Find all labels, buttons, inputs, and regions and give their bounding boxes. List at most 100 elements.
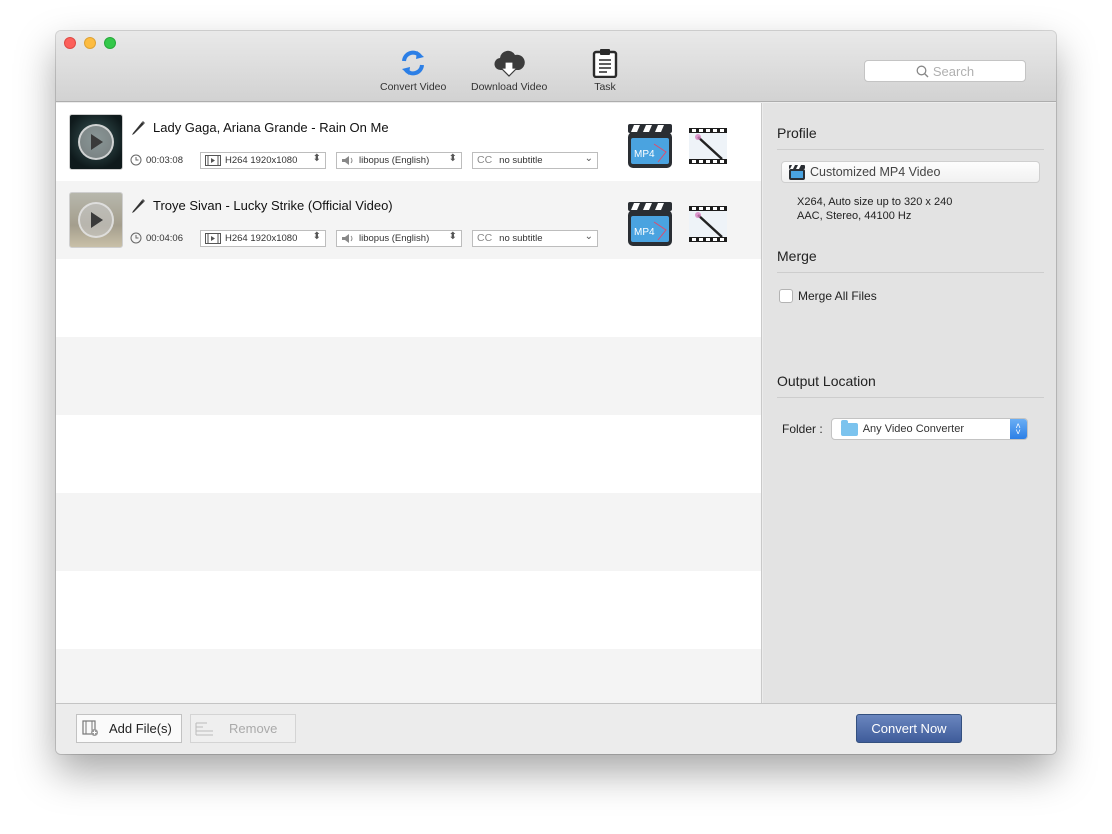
settings-sidebar: Profile Customized MP4 Video X264, Auto … xyxy=(763,103,1056,703)
film-icon xyxy=(205,154,221,166)
duration: 00:03:08 xyxy=(130,154,200,166)
minimize-window-button[interactable] xyxy=(84,37,96,49)
empty-row xyxy=(56,337,761,415)
audio-track-select[interactable]: libopus (English) ⬍ xyxy=(336,229,462,247)
chevron-down-icon: ⌄ xyxy=(584,152,593,164)
search-input[interactable]: Search xyxy=(864,60,1026,82)
subtitle-select[interactable]: CC no subtitle ⌄ xyxy=(472,151,598,169)
clipboard-icon xyxy=(589,48,621,78)
stepper-icon: ˄ ˅ xyxy=(1009,419,1027,439)
merge-all-files-option[interactable]: Merge All Files xyxy=(779,289,877,303)
search-placeholder: Search xyxy=(932,63,975,79)
magic-wand-edit-icon[interactable] xyxy=(688,127,728,165)
empty-row xyxy=(56,259,761,337)
task-label: Task xyxy=(594,81,616,93)
stepper-icon: ⬍ xyxy=(312,230,321,242)
profile-value: Customized MP4 Video xyxy=(810,165,941,179)
video-thumbnail[interactable] xyxy=(69,192,123,248)
magic-wand-edit-icon[interactable] xyxy=(688,205,728,243)
audio-track-value: libopus (English) xyxy=(359,154,430,166)
remove-button[interactable]: Remove xyxy=(190,714,296,743)
add-files-button[interactable]: Add File(s) xyxy=(76,714,182,743)
maximize-window-button[interactable] xyxy=(104,37,116,49)
profile-audio-spec: AAC, Stereo, 44100 Hz xyxy=(797,210,912,222)
file-title: Troye Sivan - Lucky Strike (Official Vid… xyxy=(153,198,393,213)
file-row[interactable]: Lady Gaga, Ariana Grande - Rain On Me 00… xyxy=(56,103,761,181)
subtitle-value: no subtitle xyxy=(499,154,543,166)
chevron-down-icon: ⌄ xyxy=(584,230,593,242)
empty-row xyxy=(56,571,761,649)
remove-label: Remove xyxy=(229,721,278,736)
video-track-select[interactable]: H264 1920x1080 ⬍ xyxy=(200,151,326,169)
refresh-icon xyxy=(397,48,429,78)
task-tool[interactable]: Task xyxy=(589,48,621,93)
film-icon xyxy=(205,232,221,244)
subtitle-select[interactable]: CC no subtitle ⌄ xyxy=(472,229,598,247)
merge-all-files-label: Merge All Files xyxy=(798,289,877,303)
speaker-icon xyxy=(342,155,353,165)
bottom-bar: Add File(s) Remove Convert Now xyxy=(56,703,1056,754)
file-row[interactable]: Troye Sivan - Lucky Strike (Official Vid… xyxy=(56,181,761,259)
play-icon xyxy=(78,124,114,160)
mp4-format-icon[interactable]: MP4 xyxy=(626,122,674,170)
close-window-button[interactable] xyxy=(64,37,76,49)
file-meta: 00:03:08 H264 1920x1080 ⬍ libopus (Engli… xyxy=(130,151,598,169)
download-video-label: Download Video xyxy=(471,81,548,93)
video-track-value: H264 1920x1080 xyxy=(225,154,298,166)
video-track-value: H264 1920x1080 xyxy=(225,232,298,244)
folder-label: Folder : xyxy=(782,422,823,436)
empty-row xyxy=(56,493,761,571)
window-controls xyxy=(64,37,116,49)
merge-heading: Merge xyxy=(777,248,817,264)
empty-row xyxy=(56,415,761,493)
output-folder-select[interactable]: Any Video Converter ˄ ˅ xyxy=(830,418,1028,440)
output-folder-value: Any Video Converter xyxy=(862,423,964,435)
app-window: Convert Video Download Video Task Search… xyxy=(56,31,1056,754)
clock-icon xyxy=(130,232,142,244)
format-badge: MP4 xyxy=(634,149,655,160)
pencil-icon[interactable] xyxy=(130,198,146,214)
cc-icon: CC xyxy=(477,232,493,244)
output-folder-row: Folder : Any Video Converter ˄ ˅ xyxy=(782,418,1028,440)
audio-track-value: libopus (English) xyxy=(359,232,430,244)
cloud-download-icon xyxy=(493,48,525,78)
convert-video-label: Convert Video xyxy=(380,81,447,93)
empty-row xyxy=(56,649,761,703)
clock-icon xyxy=(130,154,142,166)
toolbar: Convert Video Download Video Task Search xyxy=(56,31,1056,102)
profile-heading: Profile xyxy=(777,125,817,141)
divider xyxy=(777,149,1044,150)
output-location-heading: Output Location xyxy=(777,373,876,389)
profile-description: X264, Auto size up to 320 x 240 AAC, Ste… xyxy=(797,195,952,223)
stepper-icon: ⬍ xyxy=(448,230,457,242)
clapperboard-icon xyxy=(789,164,805,180)
profile-video-spec: X264, Auto size up to 320 x 240 xyxy=(797,196,953,208)
convert-now-button[interactable]: Convert Now xyxy=(856,714,962,743)
cc-icon: CC xyxy=(477,154,493,166)
add-files-label: Add File(s) xyxy=(109,721,172,736)
folder-icon xyxy=(840,419,858,436)
download-video-tool[interactable]: Download Video xyxy=(471,48,547,93)
merge-all-files-checkbox[interactable] xyxy=(779,289,793,303)
convert-video-tool[interactable]: Convert Video xyxy=(380,48,446,93)
stepper-icon: ⬍ xyxy=(448,152,457,164)
video-track-select[interactable]: H264 1920x1080 ⬍ xyxy=(200,229,326,247)
search-icon xyxy=(916,65,929,77)
file-list: Lady Gaga, Ariana Grande - Rain On Me 00… xyxy=(56,103,762,703)
duration-text: 00:03:08 xyxy=(146,154,183,166)
speaker-icon xyxy=(342,233,353,243)
play-icon xyxy=(78,202,114,238)
profile-select-button[interactable]: Customized MP4 Video xyxy=(781,161,1040,183)
divider xyxy=(777,272,1044,273)
file-title: Lady Gaga, Ariana Grande - Rain On Me xyxy=(153,120,389,135)
mp4-format-icon[interactable]: MP4 xyxy=(626,200,674,248)
duration: 00:04:06 xyxy=(130,232,200,244)
add-file-icon xyxy=(82,720,98,736)
video-thumbnail[interactable] xyxy=(69,114,123,170)
stepper-icon: ⬍ xyxy=(312,152,321,164)
divider xyxy=(777,397,1044,398)
subtitle-value: no subtitle xyxy=(499,232,543,244)
file-meta: 00:04:06 H264 1920x1080 ⬍ libopus (Engli… xyxy=(130,229,598,247)
audio-track-select[interactable]: libopus (English) ⬍ xyxy=(336,151,462,169)
pencil-icon[interactable] xyxy=(130,120,146,136)
